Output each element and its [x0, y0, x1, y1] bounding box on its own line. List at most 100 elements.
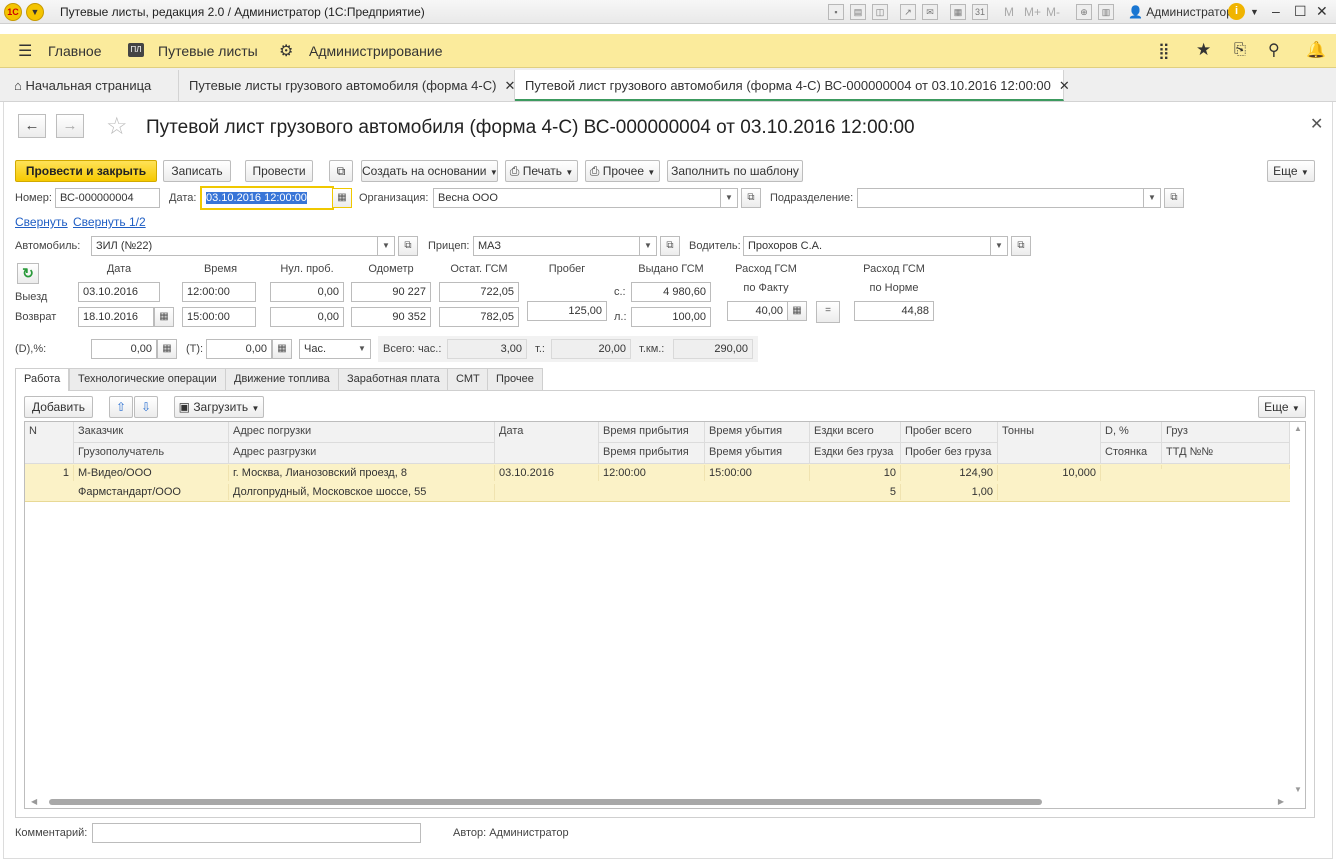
open-icon[interactable]: ⧉ [1164, 188, 1184, 208]
create-based-on-button[interactable]: Создать на основании ▼ [361, 160, 498, 182]
preview-icon[interactable]: ◫ [872, 4, 888, 20]
depart-fuel-field[interactable]: 722,05 [439, 282, 519, 302]
vertical-scrollbar[interactable]: ▲ ▼ [1292, 422, 1305, 796]
open-icon[interactable]: ⧉ [1011, 236, 1031, 256]
cell-departure[interactable]: 15:00:00 [705, 465, 810, 481]
depart-zero-field[interactable]: 0,00 [270, 282, 344, 302]
header-unload-address[interactable]: Адрес разгрузки [229, 443, 495, 464]
fill-by-template-button[interactable]: Заполнить по шаблону [667, 160, 803, 182]
issued-s-field[interactable]: 4 980,60 [631, 282, 711, 302]
depart-time-field[interactable]: 12:00:00 [182, 282, 256, 302]
menu-item-main[interactable]: Главное [48, 43, 102, 59]
menu-item-admin[interactable]: Администрирование [309, 43, 443, 59]
maximize-icon[interactable]: ☐ [1294, 3, 1307, 20]
d-field[interactable]: 0,00 [91, 339, 157, 359]
equals-button[interactable]: = [816, 301, 840, 323]
1c-logo-icon[interactable]: 1С [4, 3, 22, 21]
close-form-icon[interactable]: ✕ [1310, 114, 1323, 134]
header-tons[interactable]: Тонны [998, 422, 1101, 464]
open-icon[interactable]: ⧉ [741, 188, 761, 208]
cell-mileage-total[interactable]: 124,90 [901, 465, 998, 481]
return-date-field[interactable]: 18.10.2016 [78, 307, 154, 327]
history-icon[interactable]: ⎘ [1234, 41, 1246, 58]
calendar-icon[interactable]: 31 [972, 4, 988, 20]
post-and-close-button[interactable]: Провести и закрыть [15, 160, 157, 182]
chevron-down-icon[interactable]: ▼ [354, 339, 371, 359]
collapse-link[interactable]: Свернуть [15, 215, 68, 229]
header-arrival[interactable]: Время прибытия [599, 422, 705, 443]
info-icon[interactable]: i [1228, 3, 1245, 20]
apps-grid-icon[interactable]: ⣿ [1158, 41, 1170, 61]
calculator-icon[interactable]: ▦ [950, 4, 966, 20]
cell-d-percent[interactable] [1101, 465, 1162, 469]
return-fuel-field[interactable]: 782,05 [439, 307, 519, 327]
issued-l-field[interactable]: 100,00 [631, 307, 711, 327]
header-departure-2[interactable]: Время убытия [705, 443, 810, 464]
cell-unload-address[interactable]: Долгопрудный, Московское шоссе, 55 [229, 484, 495, 500]
scroll-down-icon[interactable]: ▼ [1294, 785, 1302, 794]
t-field[interactable]: 0,00 [206, 339, 272, 359]
header-mileage-empty[interactable]: Пробег без груза [901, 443, 998, 464]
calculator-icon[interactable]: ▦ [272, 339, 292, 359]
header-ttd[interactable]: ТТД №№ [1162, 443, 1290, 464]
hamburger-icon[interactable]: ☰ [18, 41, 32, 61]
header-departure[interactable]: Время убытия [705, 422, 810, 443]
number-field[interactable]: ВС-000000004 [55, 188, 160, 208]
chevron-down-icon[interactable]: ▼ [721, 188, 738, 208]
chevron-down-icon[interactable]: ▼ [1250, 7, 1259, 17]
cell-consignee[interactable]: Фармстандарт/ООО [74, 484, 229, 500]
header-load-address[interactable]: Адрес погрузки [229, 422, 495, 443]
move-up-icon[interactable]: ⇧ [109, 396, 133, 418]
zoom-icon[interactable]: ⊕ [1076, 4, 1092, 20]
comment-field[interactable] [92, 823, 421, 843]
structure-icon[interactable]: ⧉ [329, 160, 353, 182]
close-icon[interactable]: ✕ [1059, 78, 1070, 93]
scroll-thumb[interactable] [49, 799, 1042, 805]
scroll-up-icon[interactable]: ▲ [1294, 424, 1302, 433]
chevron-down-icon[interactable]: ▼ [991, 236, 1008, 256]
memory-mminus-button[interactable]: M- [1046, 5, 1060, 19]
tab-smt[interactable]: СМТ [447, 368, 489, 390]
car-field[interactable]: ЗИЛ (№22) [91, 236, 378, 256]
dept-field[interactable] [857, 188, 1144, 208]
memory-m-button[interactable]: M [1004, 5, 1014, 19]
calculator-icon[interactable]: ▦ [157, 339, 177, 359]
cell-trips-total[interactable]: 10 [810, 465, 901, 481]
cell-load-address[interactable]: г. Москва, Лианозовский проезд, 8 [229, 465, 495, 481]
scroll-left-icon[interactable]: ◀ [31, 797, 37, 806]
print-button[interactable]: ⎙ Печать ▼ [505, 160, 578, 182]
refresh-icon[interactable]: ↻ [17, 263, 39, 284]
chevron-down-icon[interactable]: ▼ [640, 236, 657, 256]
mileage-field[interactable]: 125,00 [527, 301, 607, 321]
cell-mileage-empty[interactable]: 1,00 [901, 484, 998, 500]
cell-trips-empty[interactable]: 5 [810, 484, 901, 500]
cell-tons[interactable]: 10,000 [998, 465, 1101, 481]
trailer-field[interactable]: МАЗ [473, 236, 640, 256]
post-button[interactable]: Провести [245, 160, 313, 182]
close-window-icon[interactable]: ✕ [1316, 3, 1328, 20]
header-trips-total[interactable]: Ездки всего [810, 422, 901, 443]
tab-waybill-document[interactable]: Путевой лист грузового автомобиля (форма… [515, 70, 1070, 101]
return-odometer-field[interactable]: 90 352 [351, 307, 431, 327]
load-button[interactable]: ▣ Загрузить ▼ [174, 396, 264, 418]
header-mileage-total[interactable]: Пробег всего [901, 422, 998, 443]
send-icon[interactable]: ↗ [900, 4, 916, 20]
menu-item-waybills[interactable]: Путевые листы [158, 43, 258, 59]
calendar-icon[interactable]: ▦ [332, 188, 352, 208]
org-field[interactable]: Весна ООО [433, 188, 721, 208]
header-cargo[interactable]: Груз [1162, 422, 1290, 443]
fuel-norm-field[interactable]: 44,88 [854, 301, 934, 321]
calculator-icon[interactable]: ▦ [787, 301, 807, 321]
fuel-fact-field[interactable]: 40,00 [727, 301, 788, 321]
tab-work[interactable]: Работа [15, 368, 70, 391]
other-button[interactable]: ⎙ Прочее ▼ [585, 160, 660, 182]
tab-fuel-movement[interactable]: Движение топлива [225, 368, 339, 390]
memory-mplus-button[interactable]: M+ [1024, 5, 1041, 19]
mail-icon[interactable]: ✉ [922, 4, 938, 20]
header-arrival-2[interactable]: Время прибытия [599, 443, 705, 464]
tab-other[interactable]: Прочее [487, 368, 543, 390]
cell-customer[interactable]: М-Видео/ООО [74, 465, 229, 481]
tab-waybill-list[interactable]: Путевые листы грузового автомобиля (форм… [179, 70, 515, 102]
horizontal-scrollbar[interactable]: ◀ ▶ [25, 796, 1290, 808]
cell-arrival[interactable]: 12:00:00 [599, 465, 705, 481]
